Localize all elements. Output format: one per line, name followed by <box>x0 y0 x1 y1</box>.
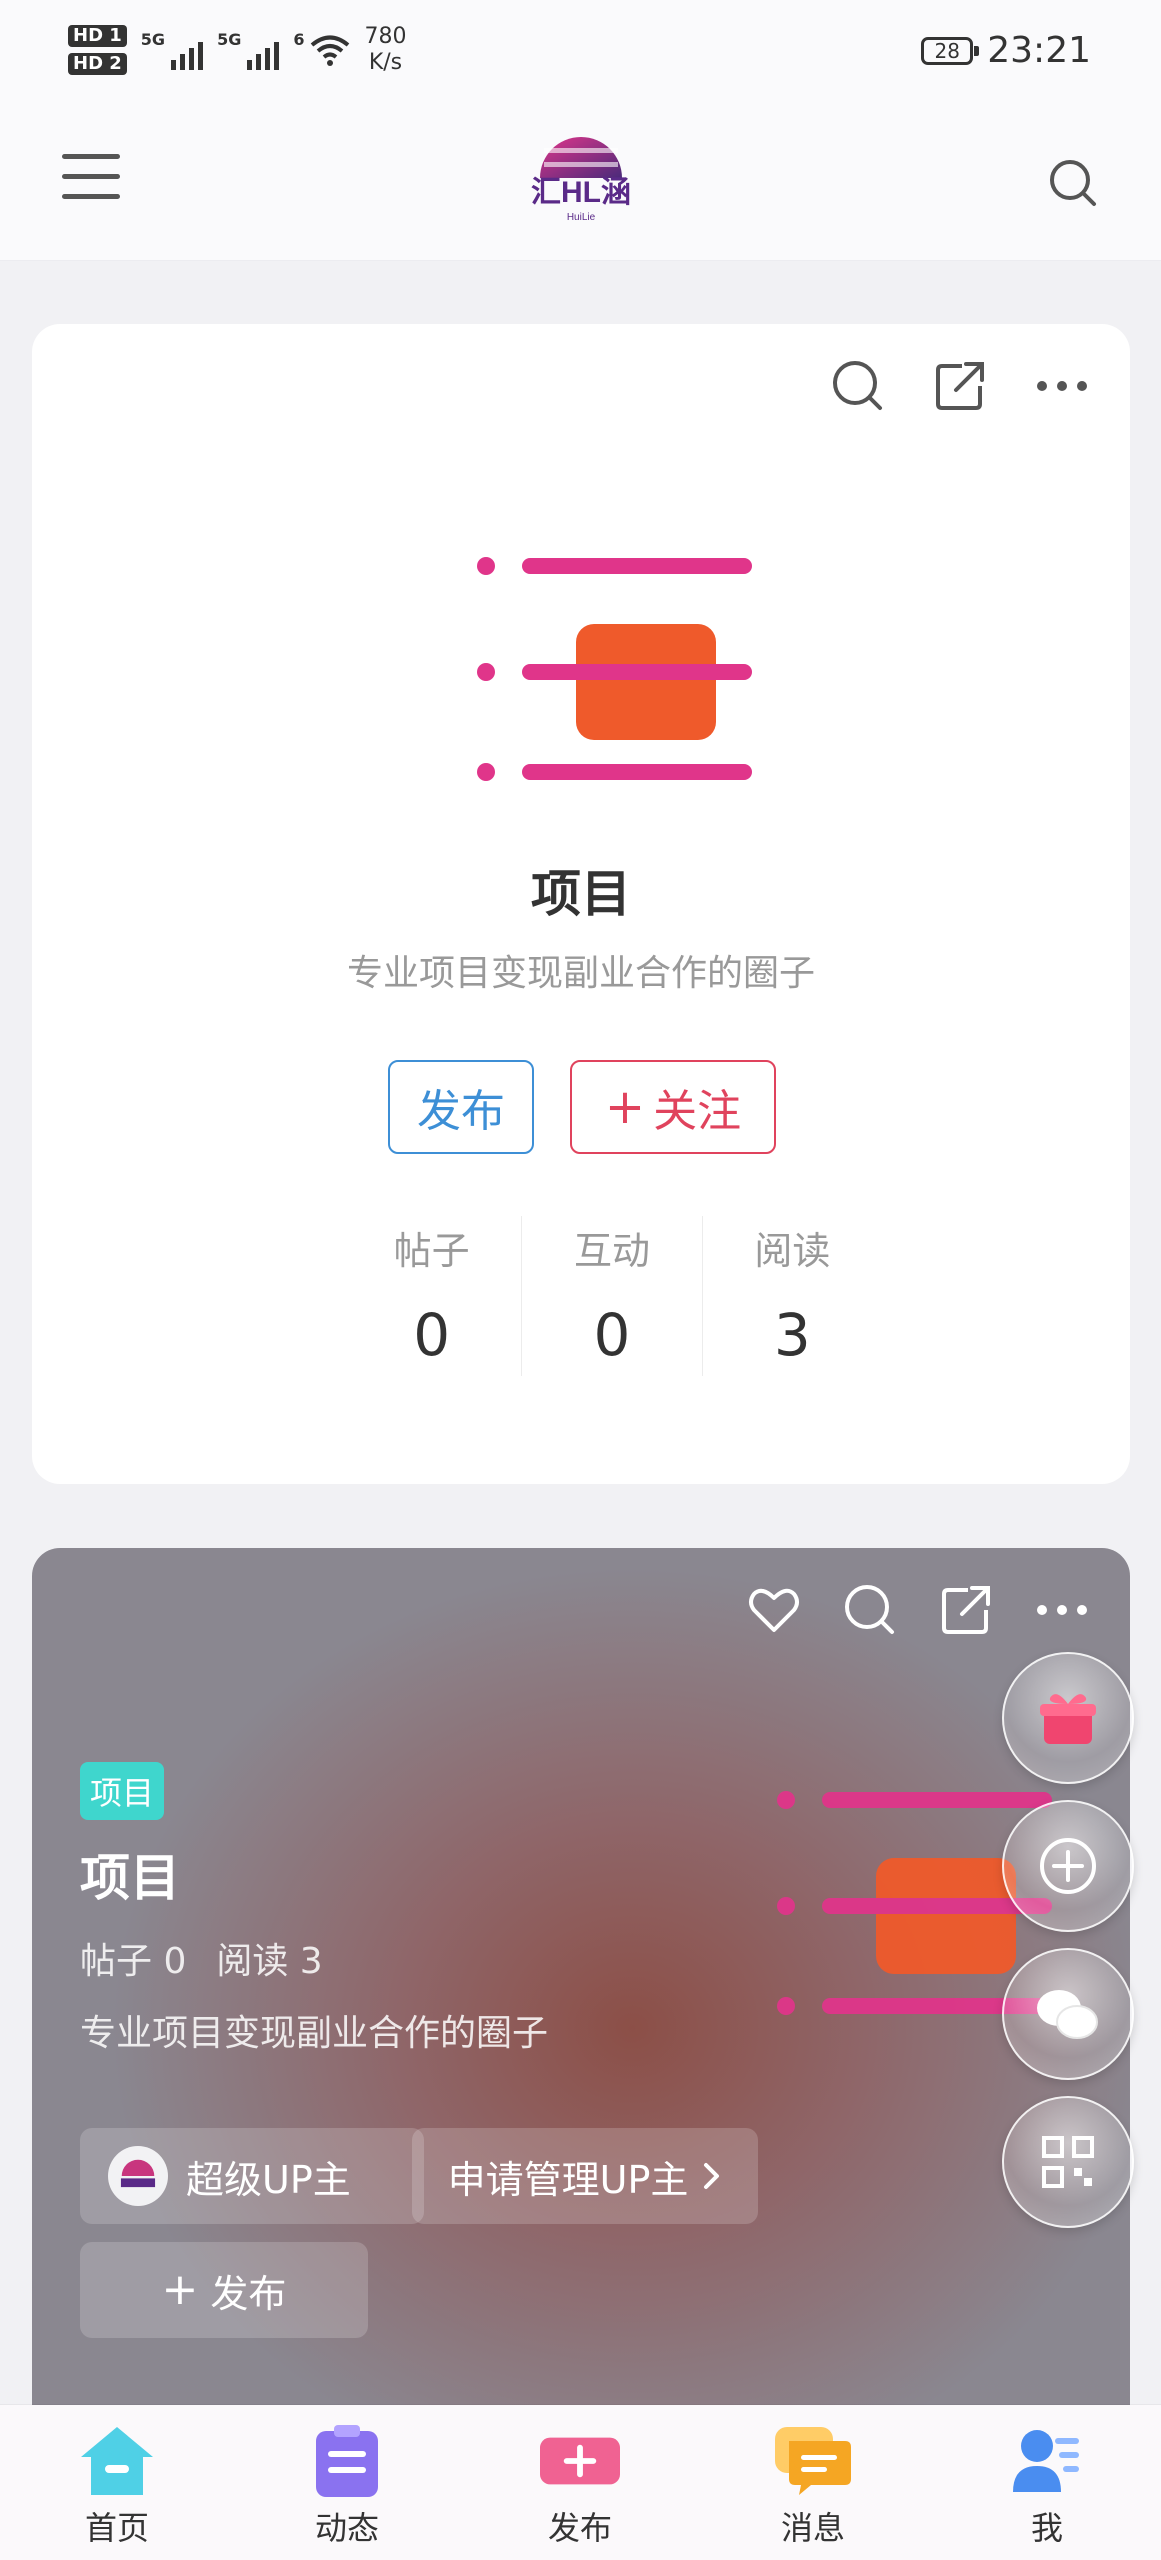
wifi-label: 6 <box>293 30 305 49</box>
signal-icon-1: 5G <box>140 30 204 70</box>
category-tag: 项目 <box>80 1762 165 1820</box>
publish-button[interactable]: 发布 <box>388 1060 534 1154</box>
circle-stats: 帖子 0 互动 0 阅读 3 <box>342 1216 882 1376</box>
share-icon[interactable] <box>938 1582 994 1638</box>
battery-level: 28 <box>934 38 960 63</box>
hd-indicators: HD 1 HD 2 <box>68 25 127 75</box>
nav-label: 首页 <box>84 2509 149 2547</box>
logo-subtext: HuiLie <box>567 212 596 223</box>
search-icon[interactable] <box>830 358 886 414</box>
stat-posts: 帖子 0 <box>342 1216 523 1376</box>
post-label: 发布 <box>210 2271 287 2316</box>
network-speed: 780 K/s <box>364 24 406 76</box>
super-up-button[interactable]: 超级UP主 <box>80 2128 424 2224</box>
circle-info-card: 项目 专业项目变现副业合作的圈子 发布 + 关注 帖子 0 互动 0 阅读 3 <box>32 324 1130 1484</box>
nav-messages[interactable]: 消息 <box>738 2423 888 2549</box>
avatar <box>108 2146 168 2206</box>
person-icon <box>1007 2423 1087 2499</box>
banner-description: 专业项目变现副业合作的圈子 <box>80 2013 549 2054</box>
speed-unit: K/s <box>368 50 403 75</box>
clipboard-icon <box>307 2423 387 2499</box>
wechat-button[interactable] <box>1002 1948 1134 2080</box>
plus-icon: + <box>604 1079 646 1135</box>
banner-meta: 帖子 0 阅读 3 <box>80 1932 323 1984</box>
apply-admin-button[interactable]: 申请管理UP主 <box>412 2128 758 2224</box>
circle-description: 专业项目变现副业合作的圈子 <box>346 953 815 994</box>
stat-value: 0 <box>413 1301 451 1369</box>
speed-value: 780 <box>364 24 407 49</box>
nav-publish[interactable]: 发布 <box>505 2423 655 2549</box>
plus-circle-icon <box>1040 1838 1096 1894</box>
logo-text: 汇HL涵 <box>531 176 631 209</box>
nav-label: 动态 <box>314 2509 379 2547</box>
reads-count: 阅读 3 <box>216 1941 323 1982</box>
status-bar: HD 1 HD 2 5G 5G 6 780 K/s 28 23:21 <box>0 0 1161 100</box>
publish-label: 发布 <box>417 1086 505 1137</box>
stat-interactions: 互动 0 <box>522 1216 703 1376</box>
banner-title: 项目 <box>80 1849 180 1907</box>
nav-label: 我 <box>1030 2509 1063 2547</box>
gift-button[interactable] <box>1002 1652 1134 1784</box>
bottom-nav: 首页 动态 发布 消息 我 <box>0 2405 1161 2560</box>
share-icon[interactable] <box>932 358 988 414</box>
wifi-icon: 6 <box>293 30 350 70</box>
stat-label: 帖子 <box>393 1229 470 1273</box>
banner-toolbar <box>746 1582 1090 1638</box>
chevron-right-icon <box>704 2163 720 2189</box>
home-icon <box>77 2423 157 2499</box>
battery-icon: 28 <box>921 36 980 65</box>
more-icon[interactable] <box>1034 358 1090 414</box>
posts-count: 帖子 0 <box>80 1941 187 1982</box>
follow-button[interactable]: + 关注 <box>570 1060 776 1154</box>
chat-icon <box>773 2423 853 2499</box>
apply-label: 申请管理UP主 <box>447 2157 689 2202</box>
plus-icon <box>540 2423 620 2499</box>
nav-me[interactable]: 我 <box>972 2423 1122 2549</box>
signal-icon-2: 5G <box>217 30 280 70</box>
status-right: 28 23:21 <box>921 30 1091 71</box>
heart-icon[interactable] <box>746 1582 802 1638</box>
clock: 23:21 <box>987 30 1091 71</box>
more-icon[interactable] <box>1034 1582 1090 1638</box>
qrcode-button[interactable] <box>1002 2096 1134 2228</box>
status-left: HD 1 HD 2 5G 5G 6 780 K/s <box>68 24 406 76</box>
circle-logo-icon <box>472 544 772 784</box>
add-circle-button[interactable] <box>1002 1800 1134 1932</box>
stat-reads: 阅读 3 <box>703 1216 882 1376</box>
sig1-label: 5G <box>140 30 166 49</box>
nav-home[interactable]: 首页 <box>42 2423 192 2549</box>
hd2-label: HD 2 <box>68 53 127 75</box>
nav-activity[interactable]: 动态 <box>272 2423 422 2549</box>
stat-value: 0 <box>593 1301 631 1369</box>
nav-label: 消息 <box>780 2509 845 2547</box>
app-header: 汇HL涵 HuiLie <box>0 100 1161 261</box>
qrcode-icon <box>1042 2136 1094 2188</box>
post-button[interactable]: + 发布 <box>80 2242 368 2338</box>
card-toolbar <box>830 358 1090 414</box>
gift-icon <box>1040 1694 1096 1744</box>
search-icon[interactable] <box>842 1582 898 1638</box>
nav-label: 发布 <box>547 2509 612 2547</box>
search-icon[interactable] <box>1048 158 1098 208</box>
app-logo[interactable]: 汇HL涵 HuiLie <box>518 128 644 228</box>
stat-value: 3 <box>773 1301 811 1369</box>
circle-title: 项目 <box>531 865 631 923</box>
sig2-label: 5G <box>217 30 242 49</box>
stat-label: 互动 <box>573 1229 650 1273</box>
hd1-label: HD 1 <box>68 25 127 47</box>
follow-label: 关注 <box>653 1086 742 1137</box>
stat-label: 阅读 <box>754 1229 831 1273</box>
wechat-icon <box>1037 1990 1098 2039</box>
super-up-label: 超级UP主 <box>186 2157 351 2202</box>
plus-icon: + <box>161 2264 199 2315</box>
menu-icon[interactable] <box>62 152 120 202</box>
